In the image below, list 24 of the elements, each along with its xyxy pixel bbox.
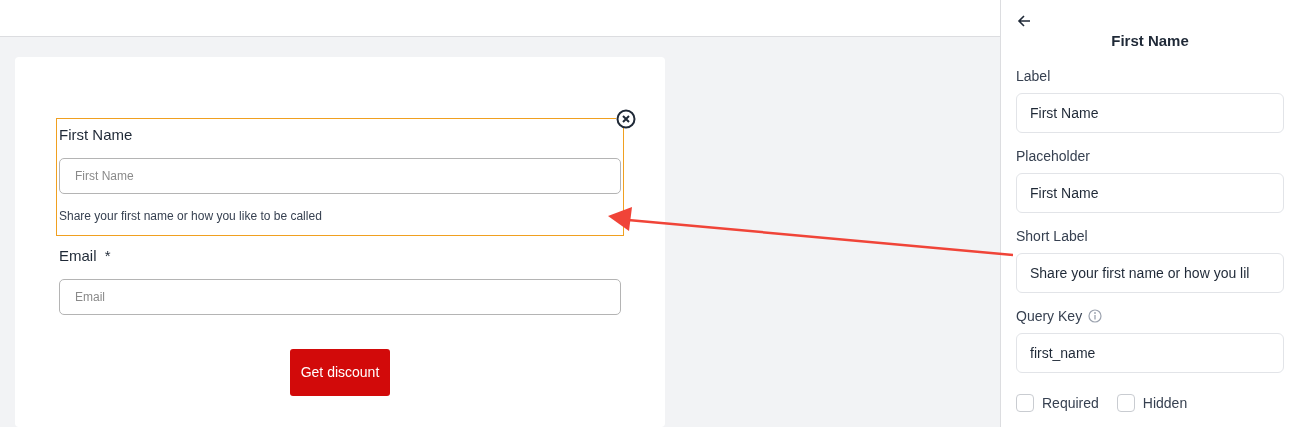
submit-button[interactable]: Get discount <box>289 348 391 396</box>
field-label: Query Key <box>1016 306 1083 326</box>
close-icon <box>616 109 636 130</box>
input-field[interactable]: First Name <box>1016 172 1284 213</box>
input-field[interactable]: First Name <box>59 157 621 194</box>
field-label: Placeholder <box>1016 146 1090 166</box>
field-label: Short Label <box>1016 226 1088 246</box>
field-label: First Name <box>59 125 133 145</box>
checkbox[interactable] <box>1116 394 1135 412</box>
field-label: Label <box>1016 66 1051 86</box>
checkbox-label: Required <box>1042 393 1099 413</box>
input-field[interactable]: First Name <box>1016 92 1284 133</box>
checkbox[interactable] <box>1016 394 1034 412</box>
input-field[interactable]: Share your first name or how you lil <box>1016 252 1284 293</box>
input-field[interactable]: Email <box>59 278 621 315</box>
info-icon[interactable] <box>1088 309 1103 323</box>
help-text: Share your first name or how you like to be called <box>59 207 322 225</box>
checkbox-label: Hidden <box>1142 393 1188 413</box>
field-label: Email * <box>59 246 111 266</box>
close-button[interactable] <box>616 108 636 128</box>
selected-field-outline[interactable]: First Name First Name Share your first name or how you like to be called <box>56 118 624 236</box>
input-field[interactable]: first_name <box>1016 332 1284 373</box>
panel-title: First Name <box>1110 31 1190 51</box>
back-arrow-icon <box>1017 14 1031 29</box>
